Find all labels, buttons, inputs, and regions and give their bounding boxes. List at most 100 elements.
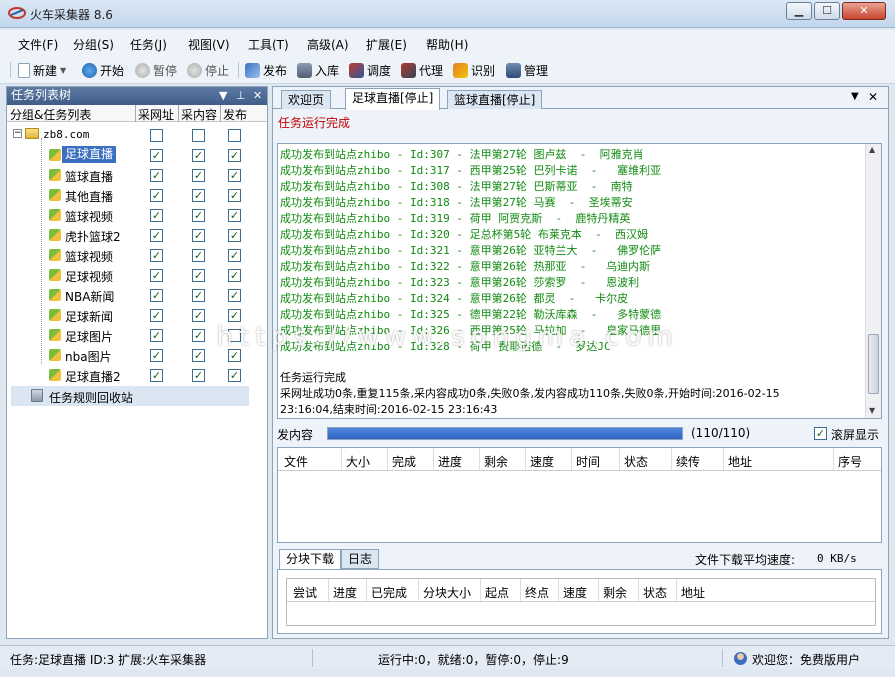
manage-button[interactable]: 管理 [506,61,548,79]
menu-file[interactable]: 文件(F) [18,36,58,53]
tree-task-item[interactable]: 篮球视频 ✓ ✓ ✓ [7,245,267,265]
minimize-button[interactable]: ▁ [786,2,812,20]
menu-help[interactable]: 帮助(H) [426,36,468,53]
tree-task-item[interactable]: 足球视频 ✓ ✓ ✓ [7,265,267,285]
task-check-publish[interactable]: ✓ [228,149,241,162]
block-column-header[interactable]: 进度 [333,584,357,601]
task-check-content[interactable]: ✓ [192,249,205,262]
menu-advanced[interactable]: 高级(A) [307,36,349,53]
dropdown-arrow-icon[interactable]: ▼ [60,66,66,75]
block-column-header[interactable]: 已完成 [371,584,407,601]
tab-welcome[interactable]: 欢迎页 [281,90,332,109]
import-button[interactable]: 入库 [297,61,339,79]
task-check-publish[interactable]: ✓ [228,369,241,382]
recycle-bin-item[interactable]: 任务规则回收站 [11,386,249,406]
menu-extension[interactable]: 扩展(E) [366,36,407,53]
autoscroll-checkbox[interactable]: ✓ [814,427,827,440]
pin-icon[interactable]: ⊥ [236,87,246,104]
new-button[interactable]: 新建 ▼ [18,61,66,79]
task-check-url[interactable]: ✓ [150,269,163,282]
block-column-header[interactable]: 终点 [525,584,549,601]
stop-button[interactable]: 停止 [187,61,229,79]
menu-group[interactable]: 分组(S) [73,36,114,53]
tab-basketball-live[interactable]: 篮球直播[停止] [447,90,543,109]
download-column-header[interactable]: 剩余 [484,453,508,470]
task-check-content[interactable]: ✓ [192,149,205,162]
block-column-header[interactable]: 尝试 [293,584,317,601]
menu-task[interactable]: 任务(J) [130,36,167,53]
task-check-publish[interactable]: ✓ [228,169,241,182]
task-check-content[interactable]: ✓ [192,189,205,202]
close-button[interactable]: ✕ [842,2,886,20]
tree-task-item[interactable]: NBA新闻 ✓ ✓ ✓ [7,285,267,305]
download-column-header[interactable]: 序号 [838,453,862,470]
log-output[interactable]: 成功发布到站点zhibo - Id:307 - 法甲第27轮 图卢兹 - 阿雅克… [277,143,882,419]
tree-task-item[interactable]: 足球直播 ✓ ✓ ✓ [7,145,267,165]
proxy-button[interactable]: 代理 [401,61,443,79]
block-download-table[interactable]: 尝试 进度 已完成 分块大小 起点 终点 速度 剩余 状态 地址 [277,569,882,634]
column-collect-url[interactable]: 采网址 [138,106,174,123]
block-column-header[interactable]: 剩余 [603,584,627,601]
download-column-header[interactable]: 进度 [438,453,462,470]
task-check-content[interactable]: ✓ [192,309,205,322]
pause-button[interactable]: 暂停 [135,61,177,79]
task-check-url[interactable]: ✓ [150,189,163,202]
task-check-content[interactable]: ✓ [192,269,205,282]
maximize-button[interactable]: ☐ [814,2,840,20]
tab-block-download[interactable]: 分块下载 [279,549,342,569]
block-column-header[interactable]: 状态 [643,584,667,601]
download-column-header[interactable]: 完成 [392,453,416,470]
task-check-content[interactable]: ✓ [192,169,205,182]
download-column-header[interactable]: 续传 [676,453,700,470]
scroll-down-icon[interactable]: ▼ [869,406,875,415]
block-column-header[interactable]: 地址 [681,584,705,601]
download-column-header[interactable]: 大小 [346,453,370,470]
root-check-publish[interactable] [228,129,241,142]
start-button[interactable]: 开始 [82,61,124,79]
column-publish[interactable]: 发布 [223,106,247,123]
download-column-header[interactable]: 文件 [284,453,308,470]
scroll-up-icon[interactable]: ▲ [869,145,875,154]
download-column-header[interactable]: 时间 [576,453,600,470]
task-check-url[interactable]: ✓ [150,369,163,382]
task-check-publish[interactable]: ✓ [228,289,241,302]
log-scrollbar[interactable]: ▲ ▼ [865,144,881,418]
tab-football-live[interactable]: 足球直播[停止] [345,88,441,110]
download-column-header[interactable]: 状态 [624,453,648,470]
download-column-header[interactable]: 地址 [728,453,752,470]
task-check-url[interactable]: ✓ [150,209,163,222]
task-check-publish[interactable]: ✓ [228,229,241,242]
tree-task-item[interactable]: 篮球视频 ✓ ✓ ✓ [7,205,267,225]
tab-list-icon[interactable]: ▼ [851,91,859,102]
tab-close-icon[interactable]: ✕ [868,90,878,104]
column-collect-content[interactable]: 采内容 [181,106,217,123]
download-column-header[interactable]: 速度 [530,453,554,470]
tab-log[interactable]: 日志 [341,549,380,569]
task-check-publish[interactable]: ✓ [228,189,241,202]
task-check-publish[interactable]: ✓ [228,249,241,262]
task-check-url[interactable]: ✓ [150,249,163,262]
tree-task-item[interactable]: 篮球直播 ✓ ✓ ✓ [7,165,267,185]
task-check-content[interactable]: ✓ [192,209,205,222]
menu-tools[interactable]: 工具(T) [248,36,289,53]
block-column-header[interactable]: 起点 [485,584,509,601]
task-check-url[interactable]: ✓ [150,229,163,242]
tree-task-item[interactable]: 足球直播2 ✓ ✓ ✓ [7,365,267,385]
task-check-publish[interactable]: ✓ [228,269,241,282]
task-check-publish[interactable]: ✓ [228,309,241,322]
task-check-url[interactable]: ✓ [150,309,163,322]
task-check-content[interactable]: ✓ [192,229,205,242]
tree-task-item[interactable]: 虎扑篮球2 ✓ ✓ ✓ [7,225,267,245]
block-column-header[interactable]: 速度 [563,584,587,601]
column-task-list[interactable]: 分组&任务列表 [10,106,91,123]
root-check-content[interactable] [192,129,205,142]
task-check-publish[interactable]: ✓ [228,209,241,222]
tree-task-item[interactable]: 其他直播 ✓ ✓ ✓ [7,185,267,205]
collapse-toggle-icon[interactable]: − [13,129,22,138]
schedule-button[interactable]: 调度 [349,61,391,79]
publish-button[interactable]: 发布 [245,61,287,79]
task-check-url[interactable]: ✓ [150,149,163,162]
tree-group-zb8[interactable]: − zb8.com [7,125,267,145]
recognize-button[interactable]: 识别 [453,61,495,79]
panel-close-icon[interactable]: ✕ [253,87,262,104]
